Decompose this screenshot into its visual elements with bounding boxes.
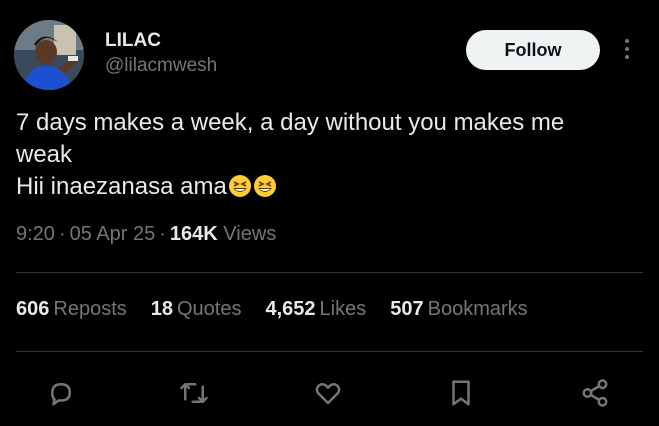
follow-button[interactable]: Follow <box>466 30 600 70</box>
tweet-text: 7 days makes a week, a day without you m… <box>16 107 636 203</box>
engagement-stats: 606 Reposts 18 Quotes 4,652 Likes 507 Bookma… <box>16 298 552 321</box>
reposts-stat[interactable]: 606 Reposts <box>16 298 127 321</box>
tweet-text-line-3: Hii inaezanasa ama <box>16 171 636 203</box>
divider <box>16 351 643 352</box>
share-icon[interactable] <box>577 375 613 411</box>
meta-separator: · <box>58 223 66 245</box>
reposts-count: 606 <box>16 298 50 320</box>
tweet-time[interactable]: 9:20 <box>16 223 55 245</box>
reposts-label: Reposts <box>53 298 127 320</box>
tweet-text-line-2: weak <box>16 141 73 168</box>
quotes-label: Quotes <box>177 298 242 320</box>
tweet-meta: 9:20 · 05 Apr 25 · 164K Views <box>16 223 276 246</box>
grinning-squinting-face-icon <box>228 175 251 197</box>
more-vertical-icon[interactable] <box>614 33 640 65</box>
grinning-squinting-face-icon <box>253 175 276 197</box>
bookmarks-label: Bookmarks <box>427 298 528 320</box>
views-label: Views <box>223 223 277 245</box>
quotes-stat[interactable]: 18 Quotes <box>151 298 242 321</box>
likes-count: 4,652 <box>265 298 316 320</box>
bookmarks-count: 507 <box>390 298 424 320</box>
display-name[interactable]: LILAC <box>105 30 161 52</box>
reply-icon[interactable] <box>43 375 79 411</box>
tweet-date[interactable]: 05 Apr 25 <box>70 223 156 245</box>
likes-label: Likes <box>319 298 367 320</box>
views-count: 164K <box>169 223 218 245</box>
tweet-text-line-1: 7 days makes a week, a day without you m… <box>16 109 565 136</box>
divider <box>16 272 643 273</box>
avatar[interactable] <box>14 20 84 90</box>
bookmarks-stat[interactable]: 507 Bookmarks <box>390 298 527 321</box>
quotes-count: 18 <box>150 298 173 320</box>
likes-stat[interactable]: 4,652 Likes <box>265 298 366 321</box>
repost-icon[interactable] <box>176 375 212 411</box>
like-icon[interactable] <box>310 375 346 411</box>
user-handle[interactable]: @lilacmwesh <box>105 55 217 77</box>
tweet-text-line-3-content: Hii inaezanasa ama <box>16 173 227 200</box>
bookmark-icon[interactable] <box>443 375 479 411</box>
tweet-header: LILAC @lilacmwesh Follow <box>0 0 659 100</box>
meta-separator: · <box>159 223 166 245</box>
